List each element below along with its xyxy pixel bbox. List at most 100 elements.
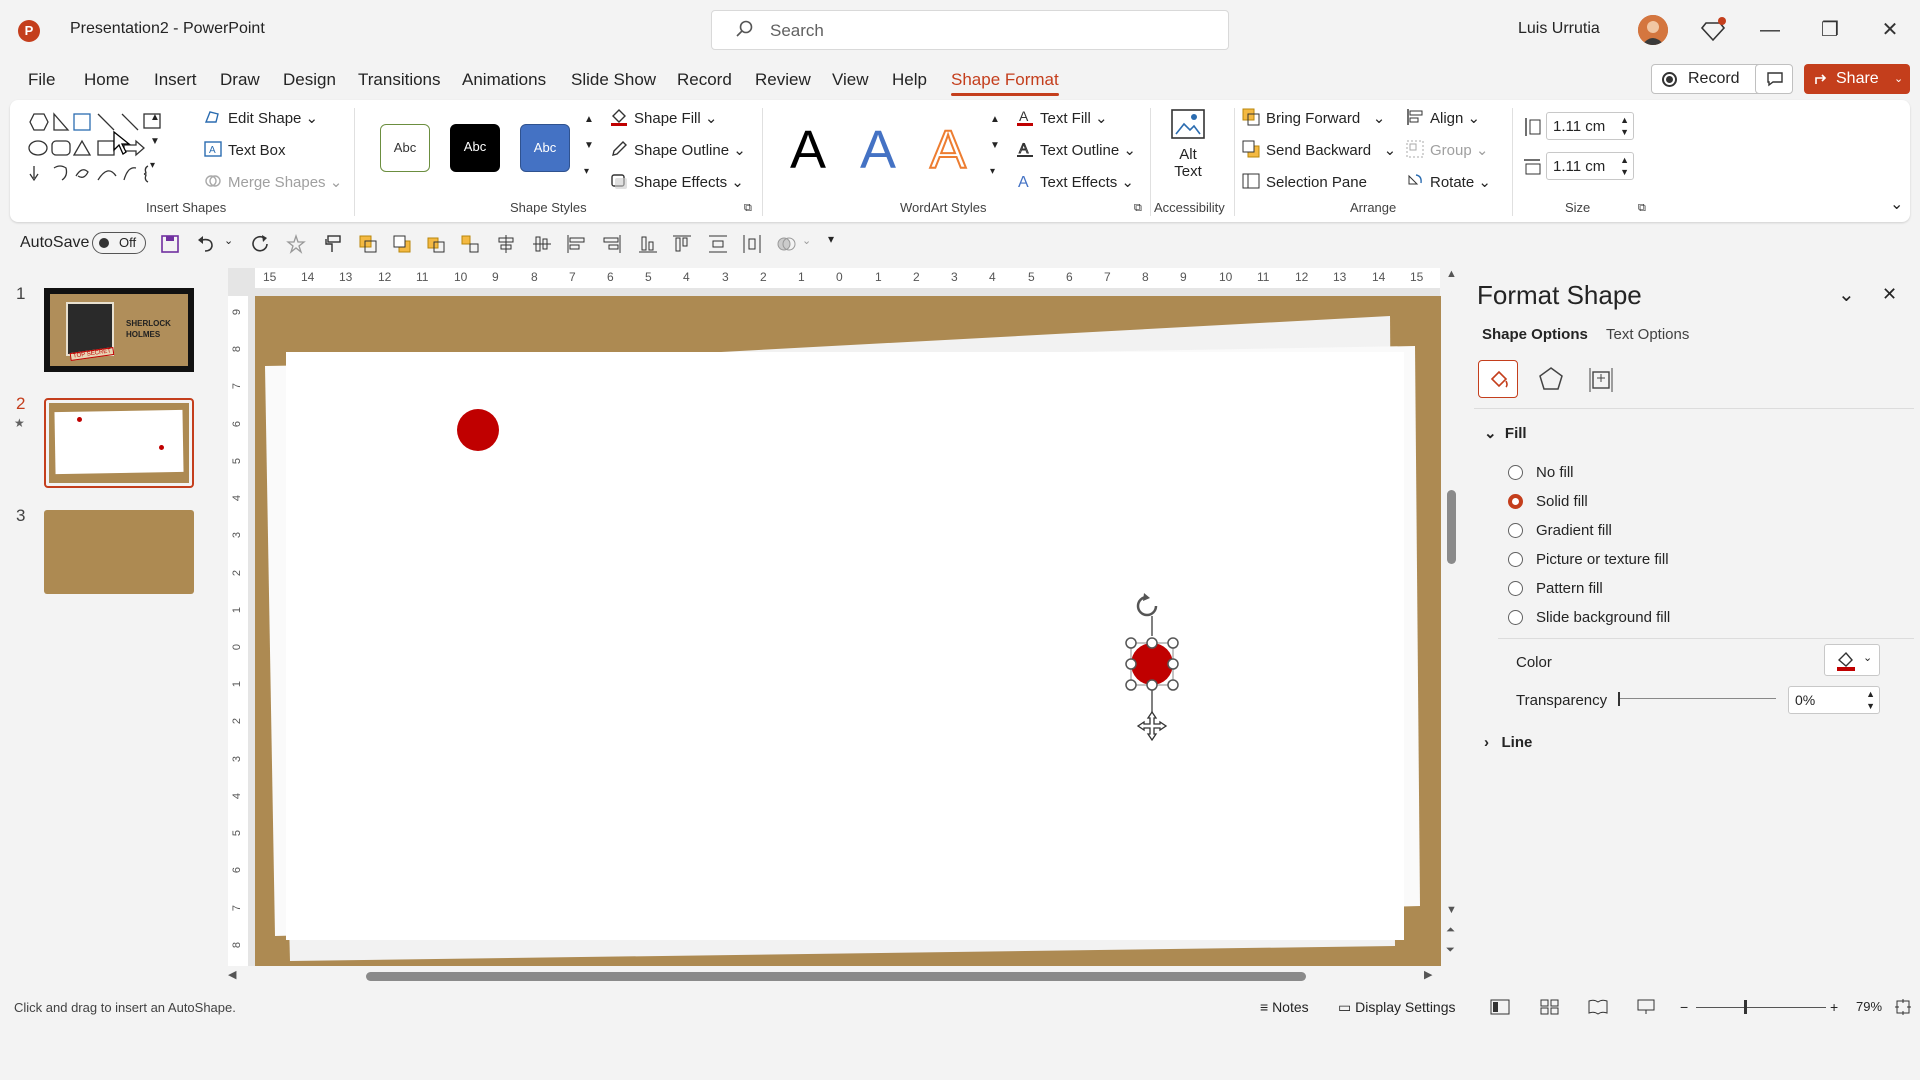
autosave-toggle[interactable]: Off [92,232,146,254]
share-dropdown-icon[interactable]: ⌄ [1894,64,1903,94]
shapes-gallery[interactable] [24,110,184,190]
shape-styles-launcher-icon[interactable]: ⧉ [744,202,752,215]
slider-thumb[interactable] [1618,692,1620,706]
shape-fill-button[interactable]: Shape Fill ⌄ [610,108,717,127]
styles-more-icon[interactable]: ▾ [584,166,589,177]
tab-insert[interactable]: Insert [154,70,197,90]
rotate-button[interactable]: Rotate ⌄ [1406,172,1491,191]
zoom-level[interactable]: 79% [1856,999,1882,1014]
slide-thumbnail-2[interactable] [44,398,194,488]
star-icon[interactable] [286,234,306,254]
tab-text-options[interactable]: Text Options [1606,326,1689,343]
pane-close-icon[interactable]: ✕ [1882,284,1897,305]
wordart-more-icon[interactable]: ▾ [990,166,995,177]
slide-canvas[interactable] [255,296,1441,966]
arrange-layers-icon[interactable] [426,234,446,254]
horizontal-scrollbar[interactable]: ◀ ▶ [228,968,1440,984]
tab-transitions[interactable]: Transitions [358,70,441,90]
customize-qat-icon[interactable]: ▾ [828,232,834,246]
align-button[interactable]: Align ⌄ [1406,108,1480,127]
tab-shape-options[interactable]: Shape Options [1482,326,1588,343]
styles-scroll-up-icon[interactable]: ▲ [584,114,594,125]
zoom-in-button[interactable]: + [1830,999,1838,1015]
reading-view-icon[interactable] [1588,999,1608,1015]
wordart-preset-3[interactable]: A [929,121,967,179]
previous-slide-icon[interactable]: ⏶ [1446,924,1455,937]
slide-thumbnail-1[interactable]: SHERLOCK HOLMES TOP SECRET [44,288,194,372]
next-slide-icon[interactable]: ⏷ [1446,944,1455,957]
share-button[interactable]: Share ⌄ [1804,64,1910,94]
radio-pattern-fill[interactable] [1508,581,1523,596]
selected-circle-group[interactable] [1117,592,1187,744]
pane-options-chevron-icon[interactable]: ⌄ [1838,282,1855,307]
text-fill-button[interactable]: A Text Fill ⌄ [1016,108,1108,127]
send-to-back-icon[interactable] [392,234,412,254]
line-section-header[interactable]: › Line [1484,734,1532,751]
zoom-slider-thumb[interactable] [1744,1000,1747,1014]
slide-thumbnail-3[interactable] [44,510,194,594]
text-outline-button[interactable]: A Text Outline ⌄ [1016,140,1136,159]
slideshow-view-icon[interactable] [1636,999,1656,1015]
group-button[interactable]: Group ⌄ [1406,140,1488,159]
styles-scroll-down-icon[interactable]: ▼ [584,140,594,151]
scroll-left-icon[interactable]: ◀ [228,968,236,981]
zoom-slider[interactable] [1696,1007,1826,1008]
edit-shape-button[interactable]: Edit Shape ⌄ [204,108,318,127]
height-spinner-icon[interactable]: ▲ ▼ [1620,114,1629,138]
tab-file[interactable]: File [28,70,55,90]
radio-gradient-fill[interactable] [1508,523,1523,538]
effects-pentagon-icon[interactable] [1538,366,1564,392]
slide-sorter-icon[interactable] [1540,999,1560,1015]
save-icon[interactable] [160,234,180,254]
align-bottom-icon[interactable] [638,234,658,254]
align-center-icon[interactable] [496,234,516,254]
red-circle-shape[interactable] [457,409,499,451]
scroll-right-icon[interactable]: ▶ [1424,968,1432,981]
radio-no-fill[interactable] [1508,465,1523,480]
transparency-input[interactable]: 0% ▲ ▼ [1788,686,1880,714]
search-input[interactable]: Search [711,10,1229,50]
vertical-scrollbar[interactable]: ▲ ▼ ⏶ ⏷ [1444,268,1460,968]
shape-outline-button[interactable]: Shape Outline ⌄ [610,140,746,159]
distribute-horizontally-icon[interactable] [742,234,762,254]
shape-width-input[interactable]: 1.11 cm ▲ ▼ [1546,152,1634,180]
merge-shapes-button[interactable]: Merge Shapes ⌄ [204,172,342,191]
bring-forward-button[interactable]: Bring Forward ⌄ [1242,108,1385,127]
comments-button[interactable] [1755,64,1793,94]
scroll-down-icon[interactable]: ▼ [1446,904,1457,916]
tab-record[interactable]: Record [677,70,732,90]
bring-to-front-icon[interactable] [358,234,378,254]
transparency-slider[interactable] [1618,692,1776,706]
alt-text-button[interactable]: Alt Text [1168,108,1208,180]
rotate-handle-icon[interactable] [1136,595,1158,617]
tab-view[interactable]: View [832,70,869,90]
shape-style-preset-3[interactable]: Abc [520,124,570,172]
group-objects-icon[interactable] [460,234,480,254]
fill-line-tab[interactable] [1478,360,1518,398]
shape-style-preset-2[interactable]: Abc [450,124,500,172]
premium-diamond-icon[interactable] [1700,17,1726,43]
record-button[interactable]: Record [1651,64,1765,94]
notes-button[interactable]: ≡ Notes [1260,999,1309,1015]
undo-dropdown-icon[interactable]: ⌄ [224,234,233,247]
avatar[interactable] [1638,15,1668,45]
width-spinner-icon[interactable]: ▲ ▼ [1620,154,1629,178]
selection-pane-button[interactable]: Selection Pane [1242,172,1367,191]
scroll-up-icon[interactable]: ▲ [1446,268,1457,280]
tab-review[interactable]: Review [755,70,811,90]
restore-button[interactable]: ❐ [1810,14,1850,46]
tab-slide-show[interactable]: Slide Show [571,70,656,90]
shape-effects-button[interactable]: Shape Effects ⌄ [610,172,744,191]
merge-shapes-qat-icon[interactable] [776,234,796,254]
radio-solid-fill[interactable] [1508,494,1523,509]
shape-height-input[interactable]: 1.11 cm ▲ ▼ [1546,112,1634,140]
gallery-more-icon[interactable]: ▾ [150,160,155,171]
minimize-button[interactable]: — [1750,14,1790,46]
wordart-launcher-icon[interactable]: ⧉ [1134,202,1142,215]
shape-style-preset-1[interactable]: Abc [380,124,430,172]
align-middle-icon[interactable] [532,234,552,254]
redo-icon[interactable] [250,234,270,254]
format-painter-icon[interactable] [322,234,342,254]
close-button[interactable]: ✕ [1870,14,1910,46]
size-launcher-icon[interactable]: ⧉ [1638,202,1646,215]
